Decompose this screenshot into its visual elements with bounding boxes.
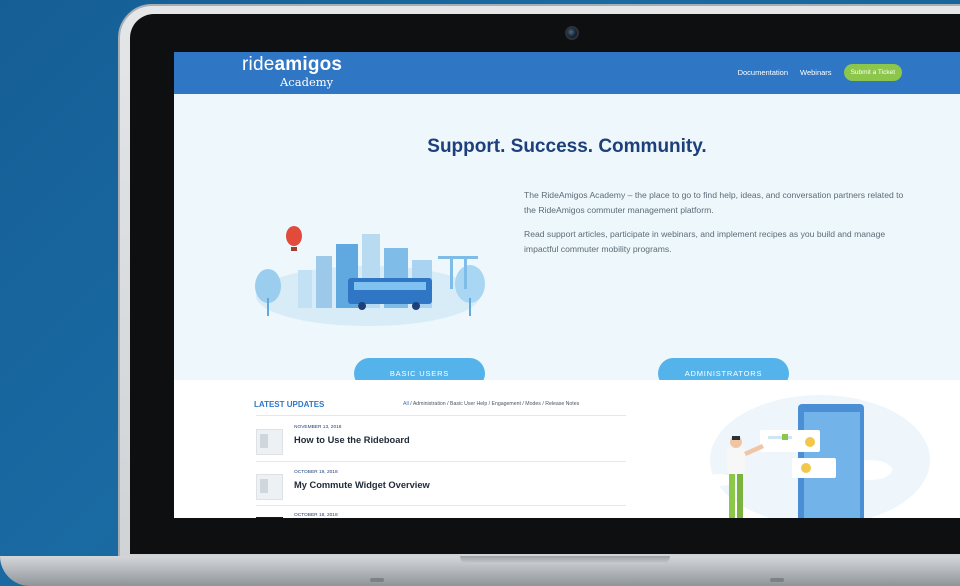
nav-webinars[interactable]: Webinars <box>800 68 832 77</box>
update-thumbnail <box>256 429 283 455</box>
laptop-foot <box>370 578 384 582</box>
latest-updates-heading: LATEST UPDATES <box>254 400 325 409</box>
update-date: NOVEMBER 13, 2018 <box>294 425 342 430</box>
filter-release-notes[interactable]: Release Notes <box>545 401 579 407</box>
browser-viewport: rideamigos Academy Documentation Webinar… <box>174 52 960 518</box>
update-filters: All / Administration / Basic User Help /… <box>403 401 580 407</box>
page-headline: Support. Success. Community. <box>427 136 707 157</box>
nav-documentation[interactable]: Documentation <box>738 68 788 77</box>
divider <box>256 505 626 506</box>
divider <box>256 461 626 462</box>
filter-all[interactable]: All <box>403 401 409 407</box>
filter-engagement[interactable]: Engagement <box>492 401 521 407</box>
intro-paragraph-2: Read support articles, participate in we… <box>524 229 886 254</box>
update-title[interactable]: My Commute Widget Overview <box>294 480 430 490</box>
filter-modes[interactable]: Modes <box>525 401 541 407</box>
update-date: OCTOBER 19, 2018 <box>294 470 338 475</box>
site-logo[interactable]: rideamigos Academy <box>242 55 342 90</box>
site-header: rideamigos Academy Documentation Webinar… <box>174 52 960 94</box>
submit-ticket-button[interactable]: Submit a Ticket <box>843 64 902 81</box>
update-title[interactable]: How to Use the Rideboard <box>294 435 410 445</box>
filter-basic-user-help[interactable]: Basic User Help <box>450 401 487 407</box>
phone-user-illustration <box>706 395 946 518</box>
divider <box>256 415 626 416</box>
laptop-notch <box>460 556 670 564</box>
update-thumbnail <box>256 517 283 518</box>
update-date: OCTOBER 18, 2018 <box>294 513 338 518</box>
laptop-foot <box>770 578 784 582</box>
intro-paragraph-1: The RideAmigos Academy – the place to go… <box>524 190 904 215</box>
latest-updates-section: LATEST UPDATES All / Administration / Ba… <box>174 380 960 518</box>
filter-administration[interactable]: Administration <box>413 401 446 407</box>
main-nav: Documentation Webinars Submit a Ticket <box>738 64 902 81</box>
update-thumbnail <box>256 474 283 500</box>
hero-section: Support. Success. Community. The RideAmi… <box>174 94 960 389</box>
webcam-icon <box>565 26 579 40</box>
city-illustration <box>255 226 485 326</box>
logo-subtitle: Academy <box>280 75 334 89</box>
intro-text: The RideAmigos Academy – the place to go… <box>524 188 914 266</box>
